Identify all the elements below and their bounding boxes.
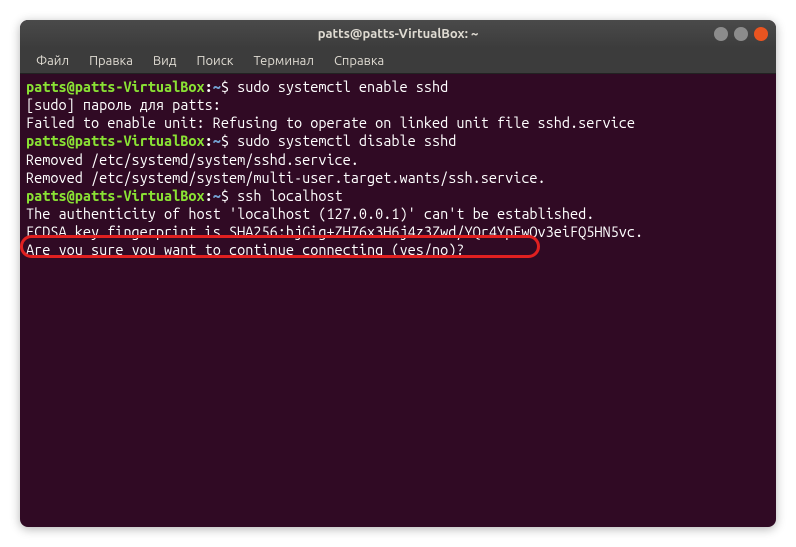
prompt-userhost: patts@patts-VirtualBox (26, 132, 205, 149)
menu-help[interactable]: Справка (326, 52, 392, 70)
terminal-window: patts@patts-VirtualBox: ~ Файл Правка Ви… (20, 20, 776, 527)
menu-search[interactable]: Поиск (188, 52, 241, 70)
terminal-line: patts@patts-VirtualBox:~$ sudo systemctl… (26, 78, 770, 96)
maximize-button[interactable] (734, 27, 748, 41)
command-text: sudo systemctl disable sshd (229, 132, 456, 149)
terminal-output: The authenticity of host 'localhost (127… (26, 205, 770, 223)
menubar: Файл Правка Вид Поиск Терминал Справка (20, 48, 776, 74)
window-title: patts@patts-VirtualBox: ~ (318, 27, 479, 41)
prompt-dollar: $ (221, 132, 229, 149)
prompt-userhost: patts@patts-VirtualBox (26, 187, 205, 204)
prompt-colon: : (205, 78, 213, 95)
minimize-button[interactable] (714, 27, 728, 41)
close-button[interactable] (754, 27, 768, 41)
prompt-colon: : (205, 132, 213, 149)
terminal-output: [sudo] пароль для patts: (26, 96, 770, 114)
prompt-dollar: $ (221, 78, 229, 95)
menu-terminal[interactable]: Терминал (245, 52, 321, 70)
prompt-path: ~ (213, 78, 221, 95)
terminal-output: Removed /etc/systemd/system/sshd.service… (26, 151, 770, 169)
prompt-dollar: $ (221, 187, 229, 204)
window-controls (714, 27, 768, 41)
terminal-output: Are you sure you want to continue connec… (26, 241, 770, 259)
prompt-userhost: patts@patts-VirtualBox (26, 78, 205, 95)
titlebar: patts@patts-VirtualBox: ~ (20, 20, 776, 48)
terminal-output: ECDSA key fingerprint is SHA256:hjGig+ZH… (26, 223, 770, 241)
terminal-output: Removed /etc/systemd/system/multi-user.t… (26, 169, 770, 187)
command-text: ssh localhost (229, 187, 343, 204)
terminal-line: patts@patts-VirtualBox:~$ sudo systemctl… (26, 132, 770, 150)
menu-edit[interactable]: Правка (81, 52, 141, 70)
prompt-path: ~ (213, 187, 221, 204)
prompt-path: ~ (213, 132, 221, 149)
terminal-output: Failed to enable unit: Refusing to opera… (26, 114, 770, 132)
prompt-colon: : (205, 187, 213, 204)
terminal-line: patts@patts-VirtualBox:~$ ssh localhost (26, 187, 770, 205)
menu-file[interactable]: Файл (28, 52, 77, 70)
command-text: sudo systemctl enable sshd (229, 78, 448, 95)
terminal-area[interactable]: patts@patts-VirtualBox:~$ sudo systemctl… (20, 74, 776, 263)
menu-view[interactable]: Вид (145, 52, 185, 70)
